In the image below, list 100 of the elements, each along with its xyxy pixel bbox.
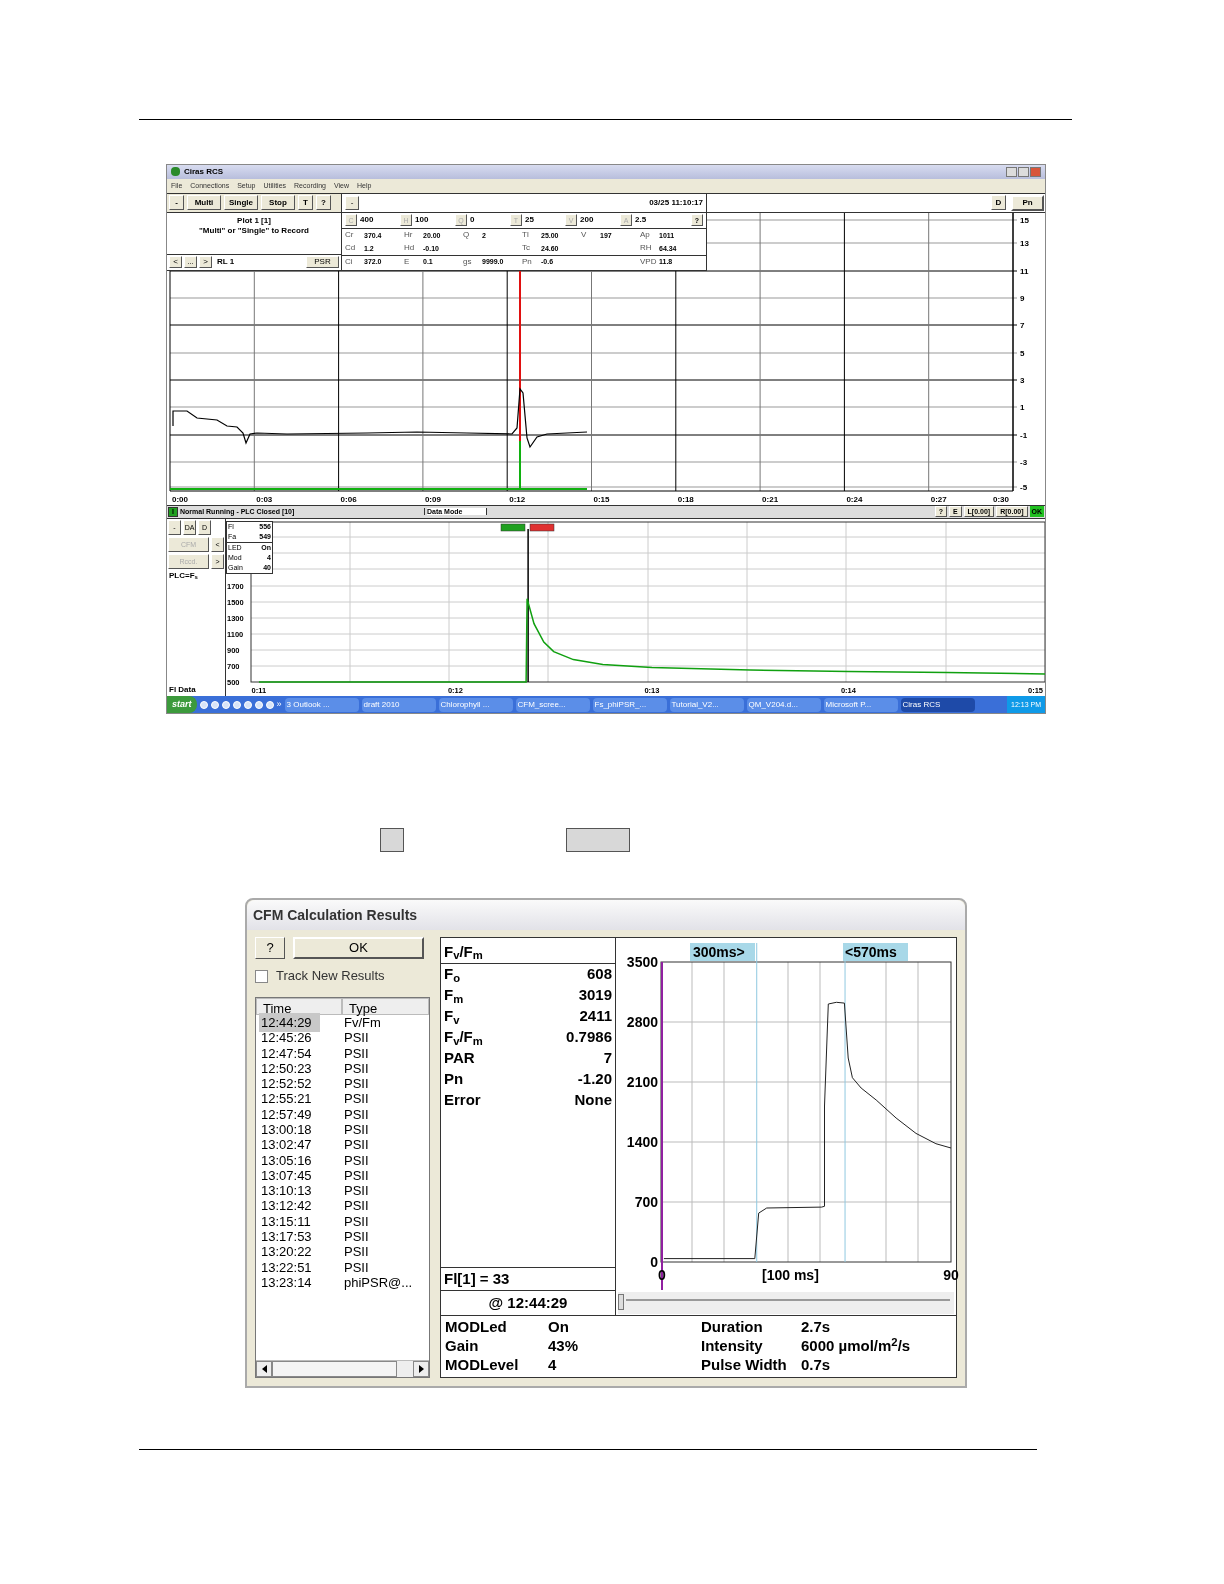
setting-value: 0.7s bbox=[801, 1355, 831, 1376]
result-timestamp: @ 12:44:29 bbox=[487, 1292, 569, 1313]
reading-label: Cr bbox=[345, 231, 355, 240]
plot-info-text: Plot 1 [1] bbox=[237, 216, 271, 225]
list-row[interactable]: 12:45:26 PSII bbox=[256, 1030, 429, 1046]
result-label: F$_{m}$ bbox=[444, 985, 464, 1007]
list-row[interactable]: 12:55:21 PSII bbox=[256, 1091, 429, 1107]
result-value: 0.7986 bbox=[566, 1027, 612, 1048]
toolbar-button[interactable]: Multi bbox=[187, 195, 221, 211]
toolbar-button[interactable]: ? bbox=[316, 195, 331, 211]
nav-button[interactable]: ... bbox=[184, 256, 197, 269]
record-label: RL 1 bbox=[217, 258, 235, 267]
list-row[interactable]: 13:07:45 PSII bbox=[256, 1167, 429, 1184]
window-title: Ciras RCS bbox=[184, 167, 224, 176]
axis-tick-label: 0 bbox=[650, 1254, 658, 1270]
axis-tick-label: 0:09 bbox=[424, 494, 441, 504]
nav-button[interactable]: > bbox=[199, 256, 212, 269]
setting-value: On bbox=[548, 1317, 569, 1338]
toolbar-button[interactable]: Single bbox=[224, 195, 258, 211]
list-row[interactable]: 13:17:53 PSII bbox=[256, 1229, 429, 1245]
reading-label: Cd bbox=[345, 244, 357, 253]
list-row[interactable]: 13:00:18 PSII bbox=[256, 1122, 429, 1138]
list-row[interactable]: 13:12:42 PSII bbox=[256, 1198, 429, 1214]
minimize-icon[interactable] bbox=[1006, 166, 1017, 177]
axis-tick-label: -1 bbox=[1020, 430, 1028, 440]
axis-tick-label: 0:24 bbox=[846, 494, 863, 504]
scroll-thumb[interactable] bbox=[272, 1361, 397, 1377]
column-header: Time bbox=[256, 998, 342, 1015]
taskbar-task[interactable]: Ciras RCS bbox=[900, 697, 975, 712]
axis-tick-label: 0:18 bbox=[677, 494, 694, 504]
axis-tick-label: 0:27 bbox=[930, 494, 947, 504]
toolbar-button[interactable]: Stop bbox=[261, 195, 295, 211]
axis-tick-label: 0:03 bbox=[256, 494, 273, 504]
toolbar-button[interactable]: T bbox=[298, 195, 313, 211]
axis-tick-label: 0:06 bbox=[340, 494, 357, 504]
list-row[interactable]: 13:02:47 PSII bbox=[256, 1137, 429, 1153]
list-row[interactable]: 13:23:14 phiPSR@... bbox=[256, 1275, 429, 1291]
maximize-icon[interactable] bbox=[1018, 166, 1029, 177]
result-value: 2411 bbox=[579, 1006, 612, 1027]
column-header: Type bbox=[342, 998, 429, 1015]
axis-tick-label: 9 bbox=[1020, 293, 1025, 303]
result-label: Pn bbox=[444, 1069, 464, 1090]
axis-tick-label: 11 bbox=[1020, 266, 1029, 276]
axis-tick-label: 3 bbox=[1020, 375, 1025, 385]
reading-label: VPD bbox=[640, 257, 656, 266]
list-row[interactable]: 13:05:16 PSII bbox=[256, 1152, 429, 1168]
setting-label: MODLed bbox=[445, 1317, 508, 1338]
slider-thumb[interactable] bbox=[618, 1294, 624, 1310]
setting-label: Pulse Width bbox=[701, 1355, 788, 1376]
axis-tick-label: 5 bbox=[1020, 348, 1025, 358]
setpoint-value: 100 bbox=[415, 216, 429, 225]
help-button[interactable]: ? bbox=[255, 937, 285, 959]
axis-tick-label: 0:00 bbox=[172, 494, 188, 504]
result-label: F$_{v}$/F$_{m}$ bbox=[444, 1027, 483, 1049]
reading-label: Pn bbox=[522, 257, 533, 266]
axis-tick-label: 700 bbox=[634, 1194, 658, 1210]
data-label: Fl Data bbox=[168, 686, 197, 697]
collapse-button[interactable]: - bbox=[345, 195, 359, 210]
list-row[interactable]: 13:15:11 PSII bbox=[256, 1213, 429, 1230]
list-row[interactable]: 12:50:23 PSII bbox=[256, 1060, 429, 1077]
result-value: 7 bbox=[603, 1048, 612, 1069]
result-label: F$_{v}$ bbox=[444, 1006, 460, 1028]
psr-button[interactable]: PSR bbox=[306, 256, 339, 269]
list-row[interactable]: 13:22:51 PSII bbox=[256, 1259, 429, 1276]
d-button[interactable]: D bbox=[991, 195, 1006, 211]
checkbox[interactable] bbox=[255, 969, 268, 983]
start-button[interactable]: start bbox=[167, 696, 197, 713]
result-label: Error bbox=[444, 1090, 481, 1111]
list-row[interactable]: 12:57:49 PSII bbox=[256, 1106, 429, 1123]
toolbar-button[interactable]: - bbox=[169, 195, 184, 211]
reading-label: Hd bbox=[404, 244, 416, 253]
setting-label: Gain bbox=[445, 1336, 480, 1357]
reading-label: Tl bbox=[522, 231, 530, 240]
result-value: 608 bbox=[586, 964, 612, 985]
list-row[interactable]: 12:44:29 Fv/Fm bbox=[256, 1015, 429, 1031]
reading-label: RH bbox=[640, 244, 653, 253]
scroll-right-icon[interactable] bbox=[413, 1361, 429, 1377]
more-chevron: » bbox=[276, 700, 282, 710]
result-heading: F$_{v}$/F$_{m}$ bbox=[444, 941, 483, 963]
list-row[interactable]: 12:47:54 PSII bbox=[256, 1045, 429, 1061]
pn-button[interactable]: Pn bbox=[1011, 194, 1044, 211]
close-icon[interactable] bbox=[1030, 166, 1041, 177]
axis-tick-label: -3 bbox=[1020, 457, 1028, 467]
marker-label: 300ms> bbox=[690, 943, 755, 961]
axis-tick-label: 0:15 bbox=[593, 494, 610, 504]
nav-button[interactable]: < bbox=[169, 256, 182, 269]
setting-value: 4 bbox=[548, 1355, 557, 1376]
date-time: 03/25 11:10:17 bbox=[649, 198, 703, 207]
axis-tick-label: 2800 bbox=[626, 1014, 658, 1030]
axis-tick-label: 1 bbox=[1020, 402, 1025, 412]
setpoint-value: 0 bbox=[470, 216, 475, 225]
button-image bbox=[566, 828, 630, 852]
list-row[interactable]: 12:52:52 PSII bbox=[256, 1076, 429, 1092]
list-row[interactable]: 13:10:13 PSII bbox=[256, 1183, 429, 1199]
axis-tick-label: 7 bbox=[1020, 320, 1025, 330]
setting-label: MODLevel bbox=[445, 1355, 520, 1376]
list-row[interactable]: 13:20:22 PSII bbox=[256, 1244, 429, 1260]
reading-label: V bbox=[581, 231, 588, 240]
ok-button[interactable]: OK bbox=[293, 937, 424, 959]
axis-tick-label: 1400 bbox=[626, 1134, 658, 1150]
